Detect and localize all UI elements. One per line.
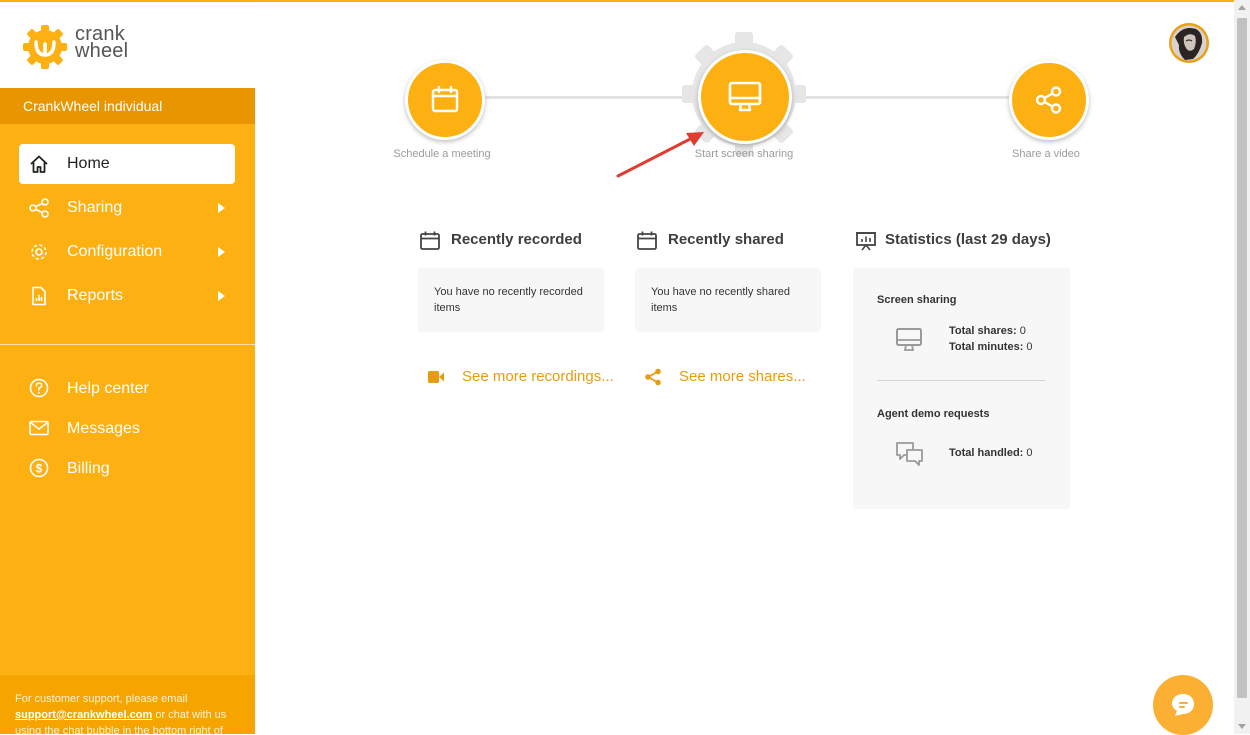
monitor-icon — [728, 81, 762, 112]
chevron-right-icon — [218, 291, 225, 301]
see-more-shares-link[interactable]: See more shares... — [644, 368, 834, 388]
share-icon — [1035, 86, 1062, 114]
nav-label-billing: Billing — [67, 460, 110, 477]
recently-recorded-heading: Recently recorded — [419, 231, 619, 251]
user-photo-icon — [1169, 23, 1209, 63]
step-caption-schedule: Schedule a meeting — [393, 148, 491, 160]
secondary-nav: Help center Messages $ Billing — [19, 370, 235, 490]
logo[interactable]: crank wheel — [0, 2, 255, 88]
recently-shared-title: Recently shared — [668, 231, 784, 248]
envelope-icon — [29, 420, 49, 436]
support-text-prefix: For customer support, please email — [15, 693, 188, 705]
statistics-heading: Statistics (last 29 days) — [855, 231, 1070, 251]
main-nav: Home Sharing Configuration Reports — [19, 144, 235, 320]
report-icon — [32, 286, 46, 306]
total-handled-row: Total handled: 0 — [949, 447, 1033, 459]
total-minutes-value: 0 — [1026, 341, 1033, 353]
total-minutes-row: Total minutes: 0 — [949, 341, 1033, 353]
dollar-icon: $ — [29, 458, 49, 478]
share-icon — [645, 368, 661, 386]
nav-label-messages: Messages — [67, 420, 140, 437]
total-handled-label: Total handled: — [949, 447, 1024, 459]
nav-item-configuration[interactable]: Configuration — [19, 232, 235, 272]
chevron-right-icon — [218, 247, 225, 257]
nav-label-home: Home — [67, 155, 110, 172]
account-name[interactable]: CrankWheel individual — [0, 88, 255, 124]
see-more-recordings-text: See more recordings... — [462, 368, 614, 385]
sidebar: crank wheel CrankWheel individual Home S… — [0, 0, 255, 734]
scroll-down-arrow-icon[interactable] — [1238, 724, 1246, 729]
scrollbar-thumb[interactable] — [1237, 18, 1247, 698]
step-caption-video: Share a video — [1012, 148, 1080, 160]
logo-line-2: wheel — [75, 40, 129, 62]
gear-icon — [31, 244, 47, 260]
nav-item-billing[interactable]: $ Billing — [19, 450, 235, 486]
see-more-shares-text: See more shares... — [679, 368, 806, 385]
home-icon — [30, 155, 48, 173]
video-camera-icon — [428, 371, 444, 383]
sidebar-divider — [0, 344, 255, 345]
nav-label-help-center: Help center — [67, 380, 149, 397]
nav-label-sharing: Sharing — [67, 199, 123, 216]
nav-label-configuration: Configuration — [67, 243, 163, 260]
nav-item-help-center[interactable]: Help center — [19, 370, 235, 406]
nav-item-sharing[interactable]: Sharing — [19, 188, 235, 228]
scroll-up-arrow-icon[interactable] — [1238, 5, 1246, 10]
statistics-panel: Screen sharing Total shares: 0 Total min… — [853, 268, 1070, 509]
screen-sharing-stats-title: Screen sharing — [877, 294, 957, 306]
total-shares-row: Total shares: 0 — [949, 325, 1026, 337]
agent-demo-stats-title: Agent demo requests — [877, 408, 990, 420]
statistics-title: Statistics (last 29 days) — [885, 231, 1051, 248]
share-video-button[interactable] — [1009, 60, 1089, 140]
total-shares-label: Total shares: — [949, 325, 1017, 337]
calendar-icon — [637, 231, 657, 250]
step-share-video: Share a video — [966, 58, 1126, 178]
nav-item-messages[interactable]: Messages — [19, 410, 235, 446]
see-more-recordings-link[interactable]: See more recordings... — [427, 368, 617, 388]
recently-recorded-title: Recently recorded — [451, 231, 582, 248]
avatar[interactable] — [1169, 23, 1209, 63]
svg-text:$: $ — [36, 461, 43, 475]
logo-text: crank wheel — [75, 24, 129, 62]
monitor-icon — [896, 328, 922, 351]
recorded-empty-state: You have no recently recorded items — [418, 268, 604, 332]
chat-icon — [1172, 694, 1194, 716]
chat-bubbles-icon — [896, 442, 923, 466]
crankwheel-logo-icon — [23, 25, 67, 69]
support-email-link[interactable]: support@crankwheel.com — [15, 709, 152, 721]
calendar-icon — [420, 231, 440, 250]
step-schedule-meeting: Schedule a meeting — [362, 58, 522, 178]
start-screen-sharing-button[interactable] — [698, 50, 792, 144]
pointer-arrow-annotation — [616, 132, 704, 178]
shared-empty-state: You have no recently shared items — [635, 268, 821, 332]
help-icon — [29, 378, 49, 398]
total-shares-value: 0 — [1019, 325, 1026, 337]
recently-shared-heading: Recently shared — [636, 231, 836, 251]
calendar-icon — [431, 85, 459, 113]
support-note: For customer support, please email suppo… — [0, 675, 255, 734]
chat-launcher-button[interactable] — [1153, 675, 1213, 735]
total-minutes-label: Total minutes: — [949, 341, 1024, 353]
chevron-right-icon — [218, 203, 225, 213]
nav-item-reports[interactable]: Reports — [19, 276, 235, 316]
nav-label-reports: Reports — [67, 287, 124, 304]
stats-divider — [877, 380, 1046, 381]
share-icon — [29, 198, 49, 218]
page-scrollbar[interactable] — [1234, 0, 1250, 734]
nav-item-home[interactable]: Home — [19, 144, 235, 184]
schedule-meeting-button[interactable] — [405, 60, 485, 140]
total-handled-value: 0 — [1026, 447, 1033, 459]
presentation-chart-icon — [856, 232, 876, 251]
